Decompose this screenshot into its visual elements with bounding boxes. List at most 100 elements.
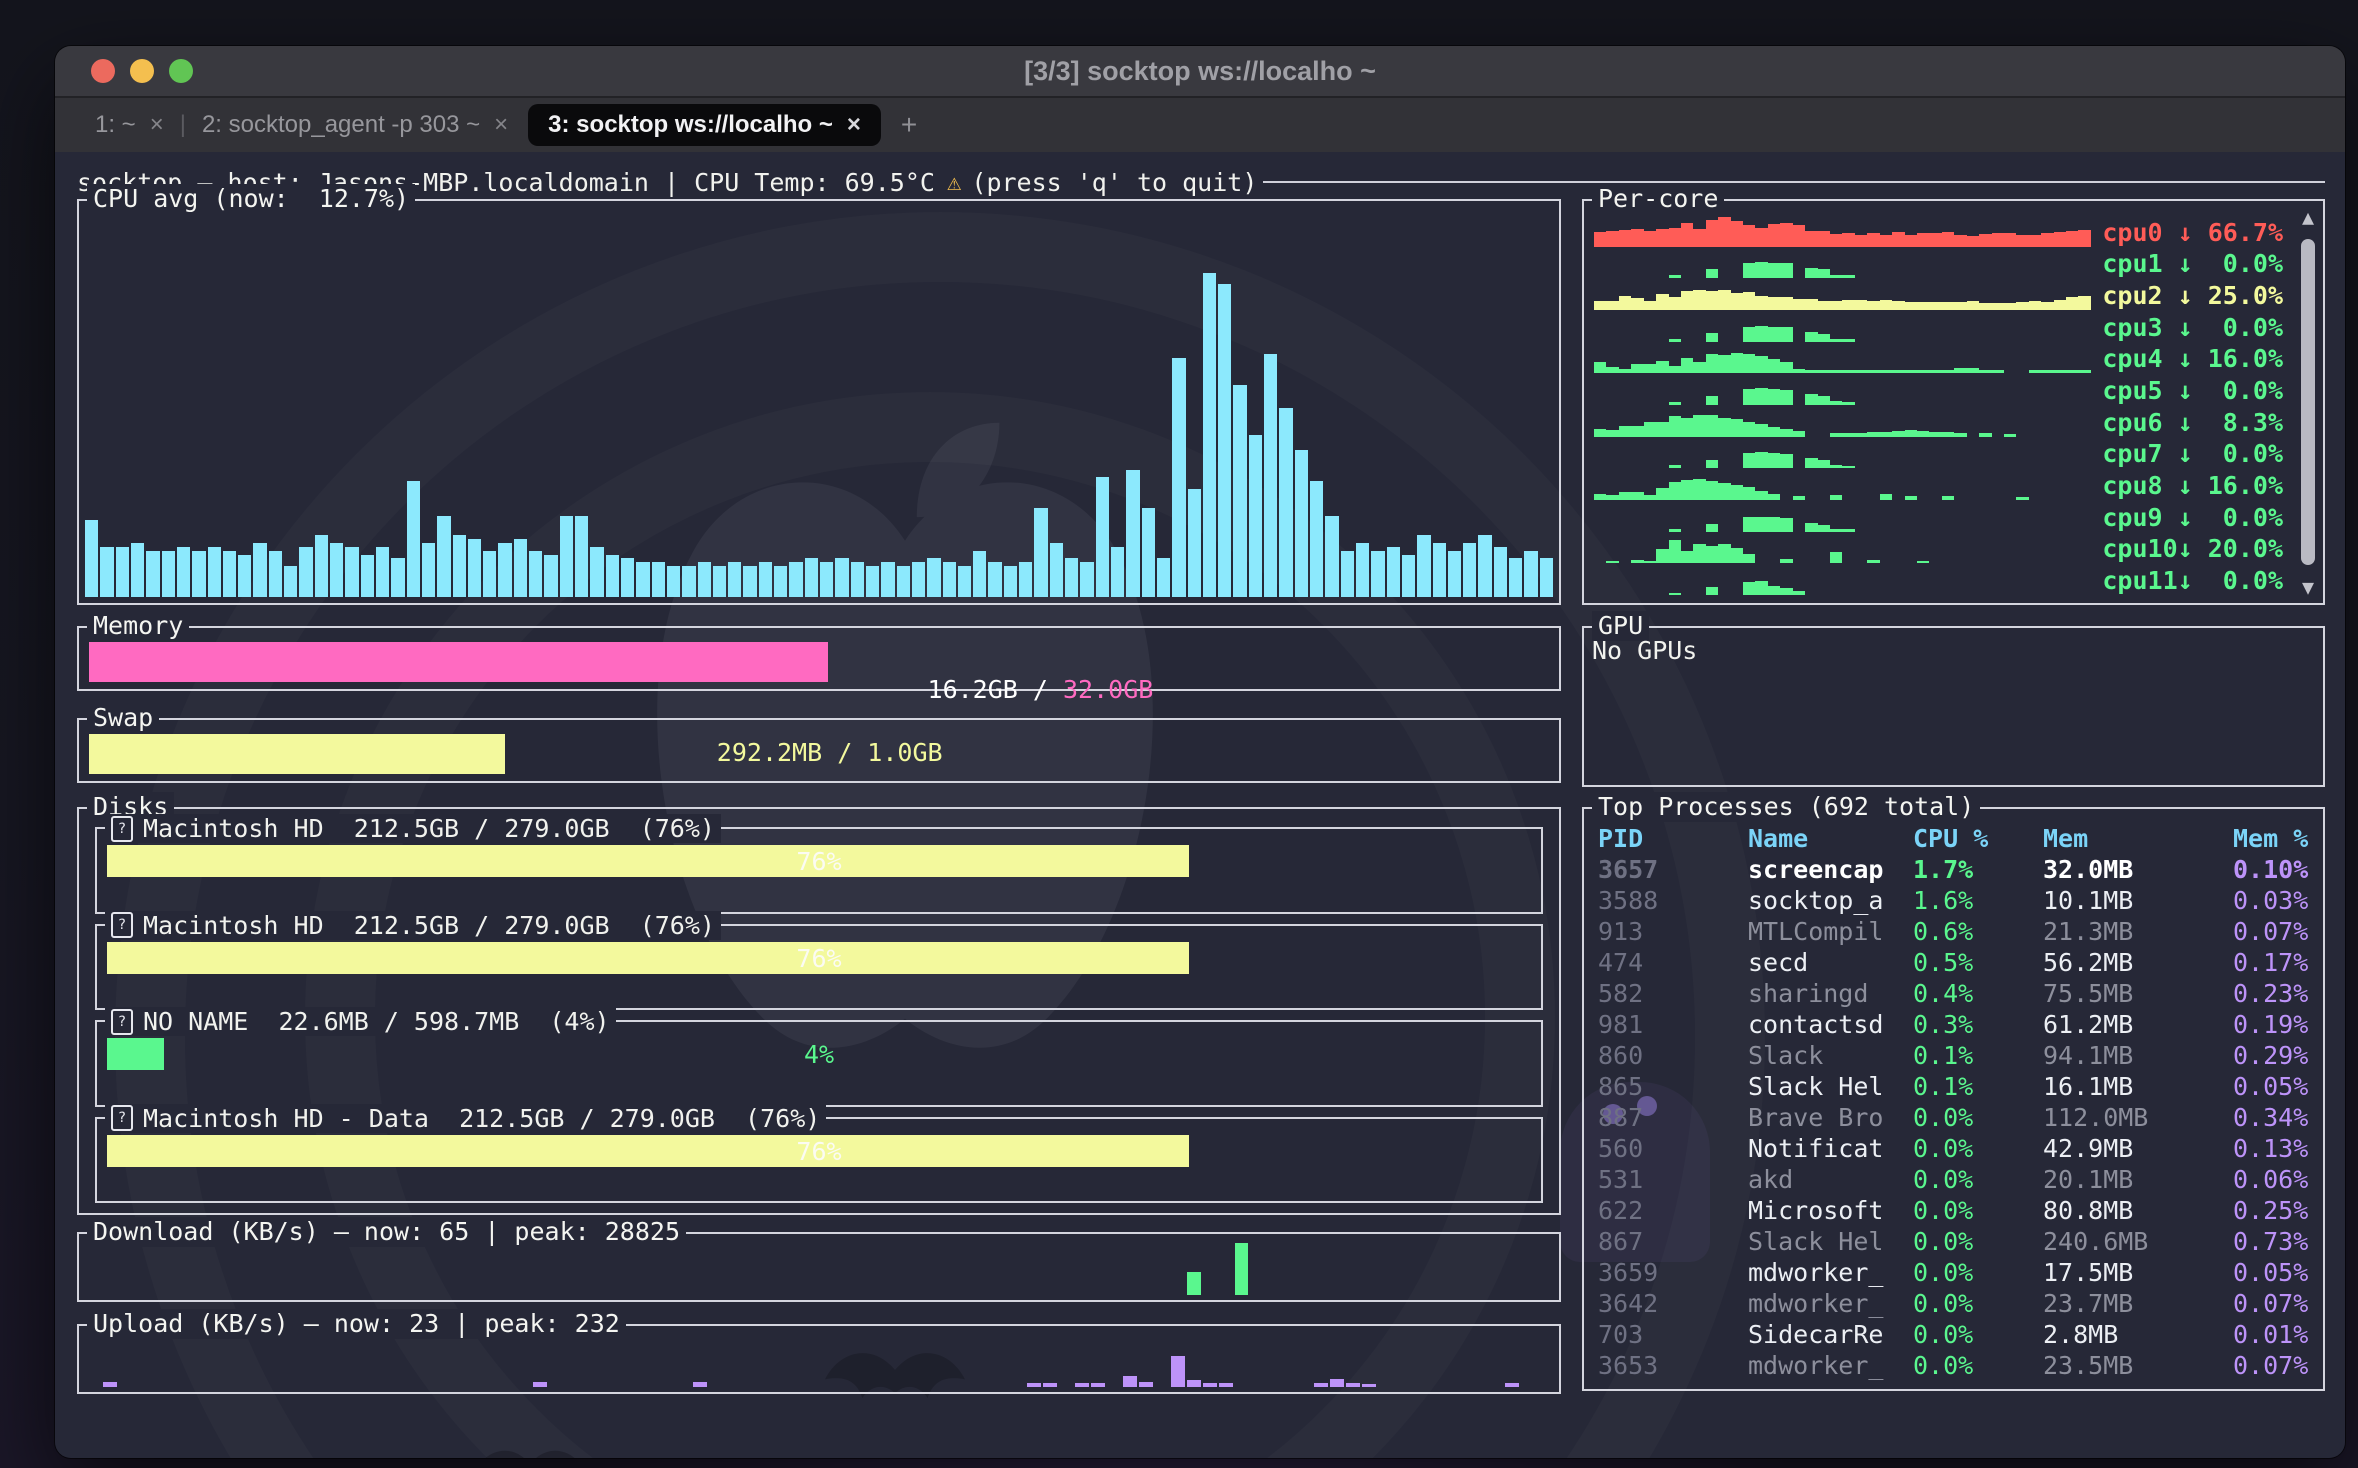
chart-bar (437, 516, 450, 597)
core-sparkline (1594, 215, 2091, 247)
process-row[interactable]: 582sharingd0.4%75.5MB0.23% (1584, 978, 2315, 1009)
chart-bar (2078, 230, 2090, 246)
column-header: Mem (2043, 824, 2233, 853)
tab-close-icon[interactable]: × (150, 111, 164, 139)
chart-bar (345, 547, 358, 597)
chart-bar (1780, 263, 1792, 278)
scrollbar-thumb[interactable] (2301, 239, 2315, 565)
chart-bar (1731, 419, 1743, 436)
process-row[interactable]: 865Slack Hel0.1%16.1MB0.05% (1584, 1071, 2315, 1102)
chart-bar (1644, 422, 1656, 436)
new-tab-button[interactable]: + (901, 109, 917, 141)
chart-bar (1780, 327, 1792, 341)
process-rows: 3657screencap1.7%32.0MB0.10%3588socktop_… (1584, 854, 2315, 1381)
column-header: Mem % (2233, 824, 2315, 853)
process-row[interactable]: 913MTLCompil0.6%21.3MB0.07% (1584, 916, 2315, 947)
chart-bar (146, 551, 159, 597)
minimize-window-button[interactable] (130, 59, 154, 83)
memory-title: Memory (87, 611, 189, 641)
core-sparkline (1594, 437, 2091, 469)
chart-bar (453, 535, 466, 597)
scroll-down-icon[interactable]: ▼ (2297, 575, 2319, 599)
pid-cell: 981 (1598, 1010, 1748, 1039)
tab-close-icon[interactable]: × (494, 111, 508, 139)
scroll-up-icon[interactable]: ▲ (2297, 205, 2319, 229)
mpct-cell: 0.01% (2233, 1320, 2315, 1349)
mpct-cell: 0.25% (2233, 1196, 2315, 1225)
chart-bar (1356, 543, 1369, 597)
chart-bar (1743, 327, 1755, 342)
process-row[interactable]: 3659mdworker_0.0%17.5MB0.05% (1584, 1257, 2315, 1288)
core-label: cpu3 ↓ 0.0% (2091, 315, 2283, 342)
process-row[interactable]: 3657screencap1.7%32.0MB0.10% (1584, 854, 2315, 885)
process-row[interactable]: 3642mdworker_0.0%23.7MB0.07% (1584, 1288, 2315, 1319)
disk-icon: ? (111, 816, 133, 842)
process-row[interactable]: 560Notificat0.0%42.9MB0.13% (1584, 1133, 2315, 1164)
window-title: [3/3] socktop ws://localho ~ (1024, 56, 1376, 87)
process-row[interactable]: 887Brave Bro0.0%112.0MB0.34% (1584, 1102, 2315, 1133)
tab-3[interactable]: 3: socktop ws://localho ~× (528, 104, 881, 146)
process-row[interactable]: 703SidecarRe0.0%2.8MB0.01% (1584, 1319, 2315, 1350)
process-row[interactable]: 981contactsd0.3%61.2MB0.19% (1584, 1009, 2315, 1040)
disk-item-title: ?NO NAME 22.6MB / 598.7MB (4%) (105, 1007, 616, 1036)
process-row[interactable]: 474secd0.5%56.2MB0.17% (1584, 947, 2315, 978)
zoom-window-button[interactable] (169, 59, 193, 83)
per-core-scrollbar[interactable]: ▲ ▼ (2297, 205, 2319, 599)
name-cell: Microsoft (1748, 1196, 1913, 1225)
tab-1[interactable]: 1: ~× (81, 105, 178, 145)
chart-bar (1755, 228, 1767, 247)
chart-bar (1019, 562, 1032, 597)
process-row[interactable]: 531akd0.0%20.1MB0.06% (1584, 1164, 2315, 1195)
titlebar[interactable]: [3/3] socktop ws://localho ~ (55, 46, 2345, 96)
swap-bar-fill (89, 734, 505, 774)
chart-bar (1171, 1356, 1185, 1387)
chart-bar (1594, 301, 1606, 310)
name-cell: akd (1748, 1165, 1913, 1194)
process-row[interactable]: 3588socktop_a1.6%10.1MB0.03% (1584, 885, 2315, 916)
chart-bar (1793, 299, 1805, 310)
cpu-avg-chart (85, 211, 1553, 597)
chart-bar (1755, 452, 1767, 468)
chart-bar (330, 543, 343, 597)
chart-bar (208, 547, 221, 597)
process-row[interactable]: 3653mdworker_0.0%23.5MB0.07% (1584, 1350, 2315, 1381)
close-window-button[interactable] (91, 59, 115, 83)
chart-bar (1314, 1383, 1328, 1387)
tab-bar: 1: ~×|2: socktop_agent -p 303 ~×3: sockt… (55, 96, 2345, 152)
pid-cell: 560 (1598, 1134, 1748, 1163)
chart-bar (713, 566, 726, 597)
chart-bar (1187, 1380, 1201, 1387)
name-cell: mdworker_ (1748, 1351, 1913, 1380)
mem-cell: 16.1MB (2043, 1072, 2233, 1101)
tab-2[interactable]: 2: socktop_agent -p 303 ~× (188, 105, 522, 145)
chart-bar (2016, 235, 2028, 247)
chart-bar (1768, 517, 1780, 531)
chart-bar (1619, 492, 1631, 500)
disk-label: NO NAME 22.6MB / 598.7MB (4%) (143, 1007, 610, 1036)
chart-bar (1669, 593, 1681, 596)
process-row[interactable]: 622Microsoft0.0%80.8MB0.25% (1584, 1195, 2315, 1226)
pid-cell: 703 (1598, 1320, 1748, 1349)
chart-bar (1780, 518, 1792, 531)
cpu-cell: 0.0% (1913, 1196, 2043, 1225)
name-cell: contactsd (1748, 1010, 1913, 1039)
cpu-cell: 0.1% (1913, 1072, 2043, 1101)
mpct-cell: 0.73% (2233, 1227, 2315, 1256)
chart-bar (881, 562, 894, 597)
chart-bar (100, 547, 113, 597)
process-row[interactable]: 860Slack0.1%94.1MB0.29% (1584, 1040, 2315, 1071)
per-core-panel: Per-core cpu0 ↓ 66.7%cpu1 ↓ 0.0%cpu2 ↓ 2… (1582, 199, 2325, 605)
chart-bar (1631, 426, 1643, 437)
chart-bar (2016, 302, 2028, 310)
process-row[interactable]: 867Slack Hel0.0%240.6MB0.73% (1584, 1226, 2315, 1257)
chart-bar (1619, 296, 1631, 310)
tab-close-icon[interactable]: × (847, 111, 861, 139)
chart-bar (1867, 301, 1879, 310)
chart-bar (1780, 223, 1792, 247)
cpu-cell: 0.0% (1913, 1320, 2043, 1349)
chart-bar (1755, 262, 1767, 278)
chart-bar (1768, 359, 1780, 373)
core-sparkline (1594, 342, 2091, 374)
chart-bar (1142, 508, 1155, 597)
chart-bar (1065, 558, 1078, 597)
